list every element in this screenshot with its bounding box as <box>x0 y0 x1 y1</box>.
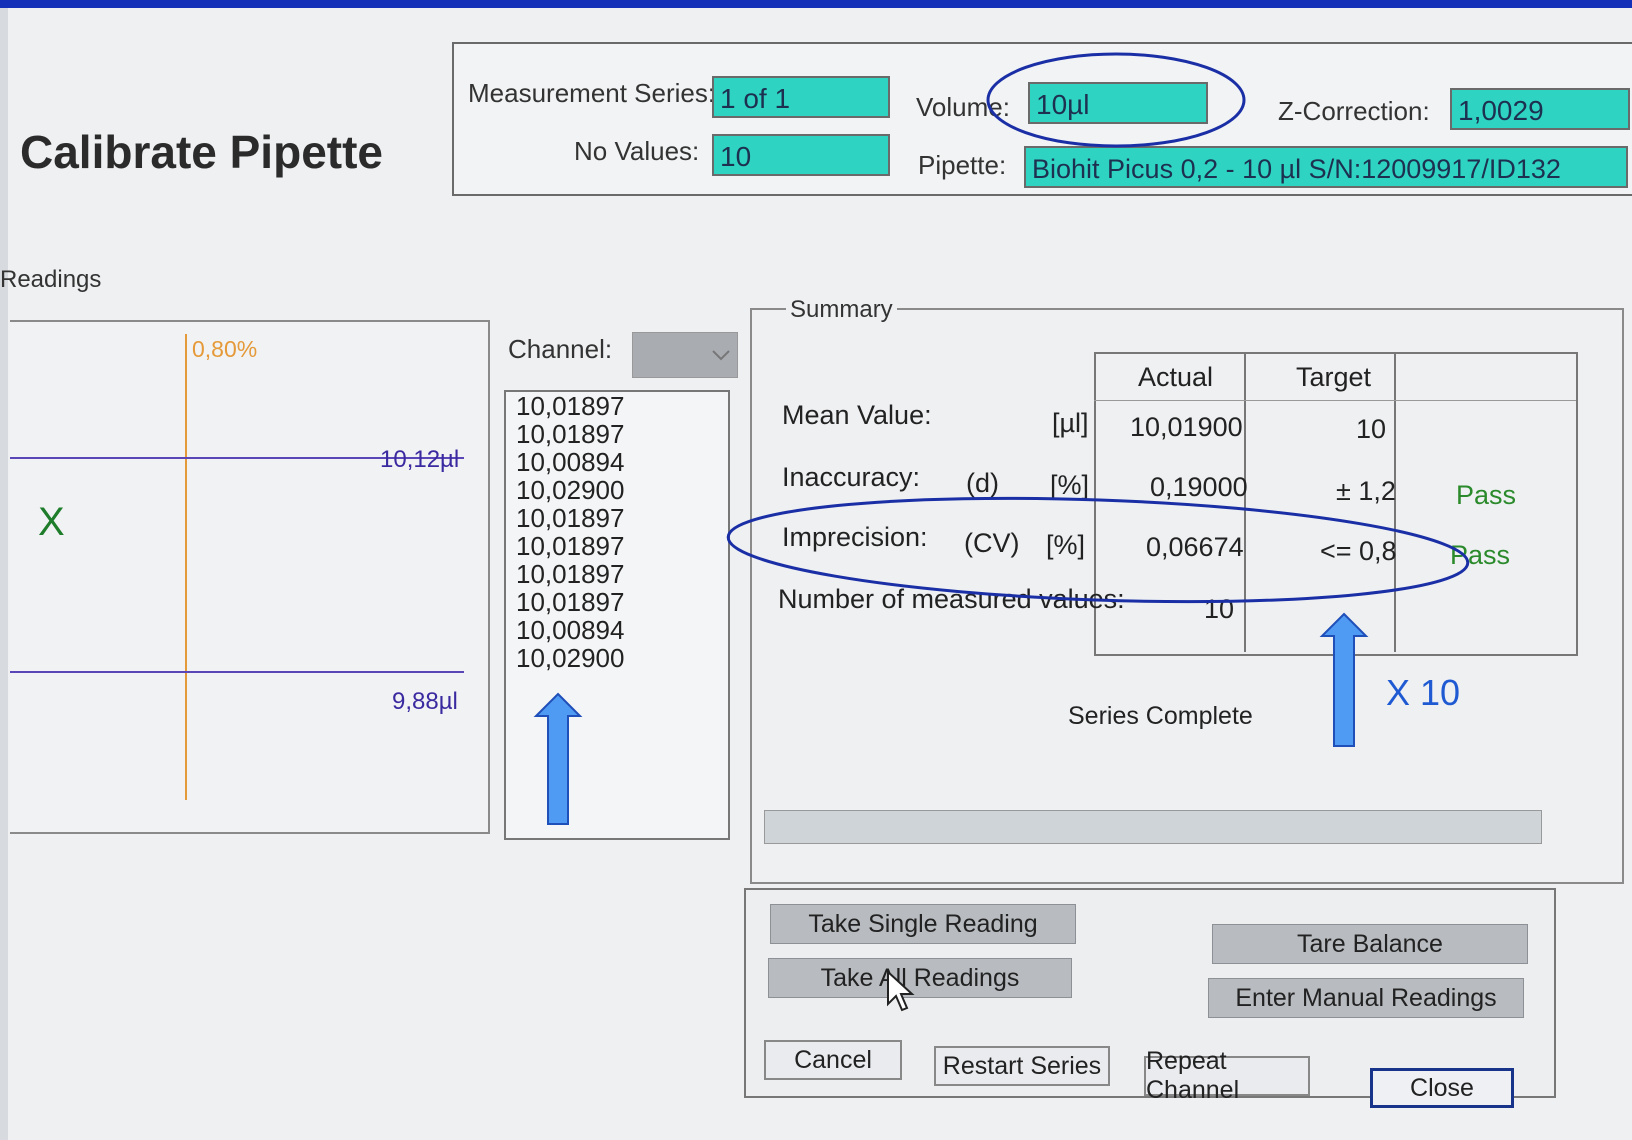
arrow-up-icon <box>533 692 583 825</box>
annotation-overlay <box>533 52 1470 825</box>
volume-highlight-ellipse <box>986 52 1246 148</box>
multiplier-annotation: X 10 <box>1386 672 1461 713</box>
imprecision-highlight-ellipse <box>726 496 1470 604</box>
arrow-up-icon <box>1319 612 1369 747</box>
